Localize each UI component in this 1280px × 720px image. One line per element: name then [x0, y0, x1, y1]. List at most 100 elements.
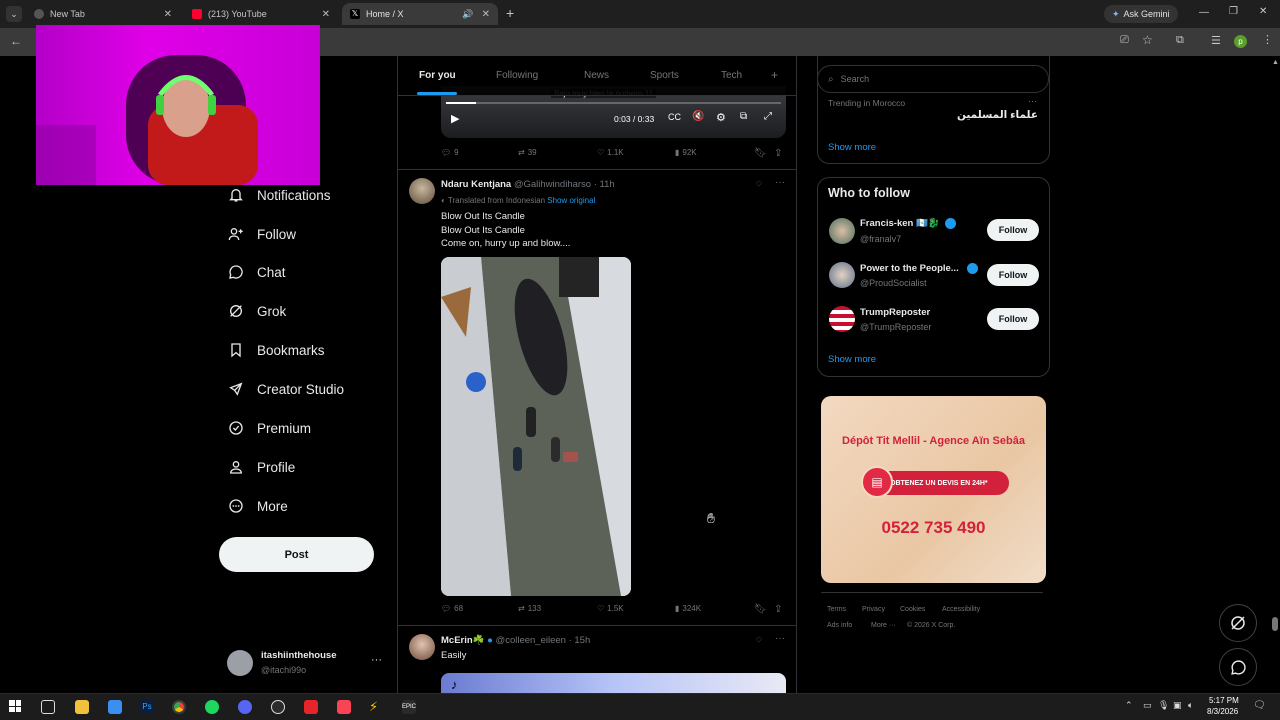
share-button[interactable]: ⇪	[774, 604, 782, 615]
nav-grok[interactable]: Grok	[228, 299, 286, 323]
who-show-more[interactable]: Show more	[828, 354, 876, 365]
nav-profile[interactable]: Profile	[228, 455, 295, 479]
mute-icon[interactable]: 🔇	[692, 111, 704, 122]
author-avatar[interactable]	[409, 634, 435, 660]
reply-button[interactable]: 💬︎ 68	[441, 604, 463, 613]
tab-search-icon[interactable]: ⌄	[6, 6, 22, 22]
store-icon[interactable]	[108, 700, 122, 714]
scrollbar-thumb[interactable]	[1272, 617, 1278, 631]
play-icon[interactable]: ▶	[451, 112, 459, 125]
speaker-icon[interactable]: 🔊	[462, 9, 473, 20]
app-red-icon[interactable]	[304, 700, 318, 714]
author-name[interactable]: Ndaru Kentjana	[441, 179, 511, 190]
settings-gear-icon[interactable]: ⚙	[716, 111, 726, 124]
new-tab-button[interactable]: +	[506, 5, 514, 21]
add-tab-icon[interactable]: +	[771, 68, 778, 82]
valorant-icon[interactable]	[337, 700, 351, 714]
footer-privacy[interactable]: Privacy	[862, 606, 885, 613]
close-icon[interactable]: ✕	[482, 9, 490, 20]
close-icon[interactable]: ✕	[164, 9, 172, 20]
nav-creator-studio[interactable]: Creator Studio	[228, 377, 344, 401]
ad-banner[interactable]: Dépôt Tit Mellil - Agence Aïn Sebâa OBTE…	[821, 396, 1046, 583]
footer-accessibility[interactable]: Accessibility	[942, 606, 980, 613]
nav-chat[interactable]: Chat	[228, 260, 286, 284]
footer-ads-info[interactable]: Ads info	[827, 622, 852, 629]
search-input[interactable]: Search	[841, 74, 870, 84]
post-video-thumbnail[interactable]	[441, 257, 631, 596]
follow-button[interactable]: Follow	[987, 219, 1039, 241]
app-yellow-icon[interactable]: ⚡︎	[369, 700, 383, 714]
nav-follow[interactable]: Follow	[228, 222, 296, 246]
tray-chevron-icon[interactable]: ⌃	[1125, 700, 1133, 711]
grok-post-icon[interactable]: ◌	[756, 178, 762, 189]
suggested-avatar[interactable]	[829, 218, 855, 244]
nav-notifications[interactable]: Notifications	[228, 183, 331, 207]
system-date[interactable]: 8/3/2026	[1207, 707, 1238, 716]
author-handle[interactable]: @Galihwindiharso	[514, 179, 591, 190]
spotify-icon[interactable]	[205, 700, 219, 714]
nav-bookmarks[interactable]: Bookmarks	[228, 338, 325, 362]
tab-new-tab[interactable]: New Tab ✕	[26, 3, 180, 25]
share-button[interactable]: ⇪	[774, 148, 782, 159]
trend-topic[interactable]: علماء المسلمين	[900, 109, 1038, 121]
bookmark-post-button[interactable]: 🔖︎	[754, 148, 767, 159]
author-name[interactable]: McErin☘️	[441, 635, 485, 646]
nav-more[interactable]: More	[228, 494, 288, 518]
start-windows-icon[interactable]	[9, 700, 21, 712]
tray-mic-icon[interactable]: 🎙︎	[1158, 700, 1169, 711]
ask-gemini-button[interactable]: ✦ Ask Gemini	[1104, 5, 1178, 23]
obs-icon[interactable]	[271, 700, 285, 714]
tab-home-x[interactable]: 𝕏 Home / X 🔊 ✕	[342, 3, 498, 25]
post-more-icon[interactable]: ···	[775, 177, 785, 188]
tab-tech[interactable]: Tech	[721, 70, 742, 81]
repost-button[interactable]: ⇄ 39	[518, 148, 537, 157]
grok-floating-button[interactable]	[1219, 604, 1257, 642]
show-original-link[interactable]: Show original	[547, 196, 595, 205]
suggested-name[interactable]: Francis-ken 🇬🇹🐉	[860, 218, 940, 229]
system-time[interactable]: 5:17 PM	[1209, 696, 1239, 705]
tab-sports[interactable]: Sports	[650, 70, 679, 81]
bookmark-post-button[interactable]: 🔖︎	[754, 604, 767, 615]
post-time[interactable]: · 15h	[569, 635, 591, 646]
install-app-icon[interactable]: ⎚	[1120, 34, 1129, 47]
tab-news[interactable]: News	[584, 70, 609, 81]
footer-terms[interactable]: Terms	[827, 606, 846, 613]
file-explorer-icon[interactable]	[75, 700, 89, 714]
task-view-icon[interactable]	[41, 700, 55, 714]
follow-button[interactable]: Follow	[987, 264, 1039, 286]
back-icon[interactable]: ←	[10, 34, 22, 48]
views-button[interactable]: ▮ 324K	[675, 604, 701, 613]
chat-floating-button[interactable]	[1219, 648, 1257, 686]
pip-icon[interactable]: ⧉	[740, 111, 747, 122]
close-icon[interactable]: ✕	[322, 9, 330, 20]
nav-premium[interactable]: Premium	[228, 416, 311, 440]
reply-button[interactable]: 💬︎ 9	[441, 148, 459, 157]
author-handle[interactable]: @colleen_eileen	[496, 635, 566, 646]
reading-list-icon[interactable]: ☰	[1211, 34, 1221, 47]
close-window-button[interactable]: ✕	[1259, 6, 1267, 17]
photoshop-icon[interactable]: Ps	[140, 700, 154, 714]
trending-show-more[interactable]: Show more	[828, 142, 876, 153]
like-button[interactable]: ♡ 1.1K	[597, 148, 624, 157]
suggested-name[interactable]: TrumpReposter	[860, 307, 930, 318]
extensions-icon[interactable]: ⧉	[1176, 34, 1184, 47]
video-progress-track[interactable]	[446, 102, 781, 104]
bookmark-star-icon[interactable]: ☆	[1142, 33, 1153, 47]
author-avatar[interactable]	[409, 178, 435, 204]
footer-cookies[interactable]: Cookies	[900, 606, 925, 613]
profile-avatar[interactable]: p	[1234, 35, 1247, 48]
account-switcher[interactable]: itashiinthehouse @itachi99o ···	[227, 648, 387, 680]
post-more-icon[interactable]: ···	[775, 633, 785, 644]
search-bar[interactable]: ⌕ Search	[817, 65, 1049, 93]
views-button[interactable]: ▮ 92K	[675, 148, 697, 157]
fullscreen-icon[interactable]: ⤢	[764, 111, 772, 122]
chrome-taskbar-icon[interactable]	[172, 700, 186, 714]
tab-for-you[interactable]: For you	[419, 70, 456, 81]
like-button[interactable]: ♡ 1.5K	[597, 604, 624, 613]
epic-games-icon[interactable]: EPIC	[402, 700, 416, 714]
tray-volume-icon[interactable]: 🔈︎	[1188, 700, 1193, 711]
menu-kebab-icon[interactable]: ⋮	[1262, 33, 1273, 46]
discord-icon[interactable]	[238, 700, 252, 714]
tab-youtube[interactable]: (213) YouTube ✕	[184, 3, 338, 25]
captions-icon[interactable]: CC	[668, 112, 681, 122]
